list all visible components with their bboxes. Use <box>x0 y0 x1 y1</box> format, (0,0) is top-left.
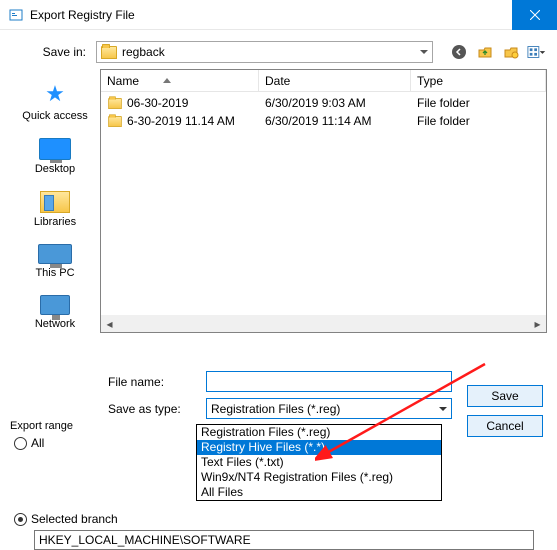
sort-ascending-icon <box>163 78 171 83</box>
libraries-icon <box>40 191 70 213</box>
export-selected-branch-radio[interactable]: Selected branch <box>14 512 547 526</box>
file-list-area: Name Date Type 06-30-20196/30/2019 9:03 … <box>100 69 547 333</box>
radio-icon <box>14 437 27 450</box>
places-network[interactable]: Network <box>10 289 100 340</box>
filetype-option[interactable]: Win9x/NT4 Registration Files (*.reg) <box>197 470 441 485</box>
scroll-right-icon[interactable]: ▸ <box>529 315 546 332</box>
back-button[interactable] <box>449 42 469 62</box>
save-button[interactable]: Save <box>467 385 543 407</box>
filetype-option[interactable]: All Files <box>197 485 441 500</box>
places-bar: ★ Quick access Desktop Libraries This PC… <box>10 69 100 365</box>
scroll-left-icon[interactable]: ◂ <box>101 315 118 332</box>
window-title: Export Registry File <box>30 8 512 22</box>
save-in-label: Save in: <box>10 45 96 59</box>
up-one-level-button[interactable] <box>475 42 495 62</box>
folder-icon <box>101 46 117 59</box>
folder-icon <box>108 115 122 126</box>
star-icon: ★ <box>45 81 65 107</box>
places-desktop[interactable]: Desktop <box>10 132 100 185</box>
filetype-option[interactable]: Registry Hive Files (*.*) <box>197 440 441 455</box>
save-as-type-combo[interactable]: Registration Files (*.reg) <box>206 398 452 419</box>
places-libraries[interactable]: Libraries <box>10 185 100 238</box>
desktop-icon <box>39 138 71 160</box>
column-type[interactable]: Type <box>411 70 546 91</box>
file-name-input[interactable] <box>206 371 452 392</box>
titlebar: Export Registry File <box>0 0 557 30</box>
close-button[interactable] <box>512 0 557 30</box>
file-name-label: File name: <box>100 375 206 389</box>
column-name[interactable]: Name <box>101 70 259 91</box>
view-menu-button[interactable] <box>527 42 547 62</box>
new-folder-button[interactable] <box>501 42 521 62</box>
filetype-option[interactable]: Registration Files (*.reg) <box>197 425 441 440</box>
this-pc-icon <box>38 244 72 264</box>
column-date[interactable]: Date <box>259 70 411 91</box>
file-row[interactable]: 6-30-2019 11.14 AM6/30/2019 11:14 AMFile… <box>101 112 546 130</box>
network-icon <box>40 295 70 315</box>
branch-path-input[interactable]: HKEY_LOCAL_MACHINE\SOFTWARE <box>34 530 534 550</box>
folder-icon <box>108 97 122 108</box>
places-quick-access[interactable]: ★ Quick access <box>10 75 100 132</box>
save-in-combo[interactable]: regback <box>96 41 433 63</box>
save-as-type-dropdown[interactable]: Registration Files (*.reg)Registry Hive … <box>196 424 442 501</box>
horizontal-scrollbar[interactable]: ◂ ▸ <box>101 315 546 332</box>
places-this-pc[interactable]: This PC <box>10 238 100 289</box>
file-row[interactable]: 06-30-20196/30/2019 9:03 AMFile folder <box>101 94 546 112</box>
chevron-down-icon <box>439 407 447 411</box>
chevron-down-icon <box>420 50 428 54</box>
save-as-type-label: Save as type: <box>100 402 206 416</box>
app-icon <box>8 7 24 23</box>
filetype-option[interactable]: Text Files (*.txt) <box>197 455 441 470</box>
save-in-value: regback <box>122 45 165 59</box>
radio-icon <box>14 513 27 526</box>
file-list-header[interactable]: Name Date Type <box>101 70 546 92</box>
